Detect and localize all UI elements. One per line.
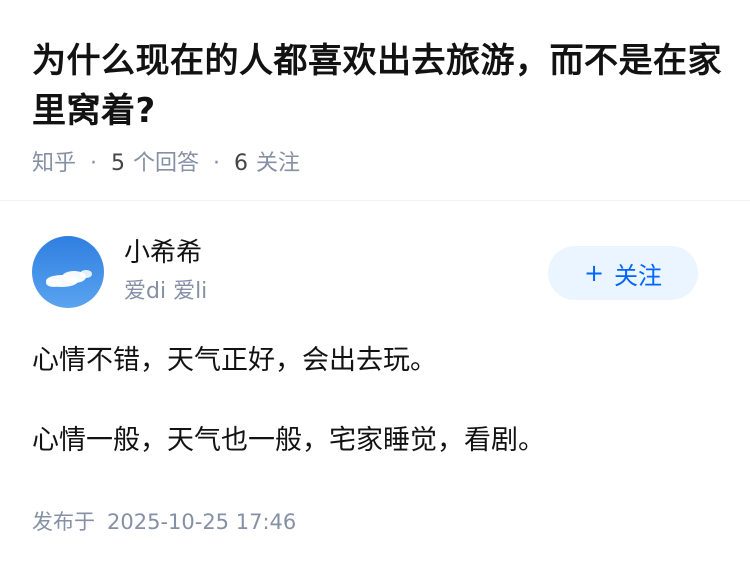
question-meta: 知乎 · 5 个回答 · 6 关注 (32, 150, 722, 178)
publish-label: 发布于 (32, 510, 95, 534)
answer-paragraph: 心情不错，天气正好，会出去玩。 (32, 345, 437, 376)
follow-button[interactable]: + 关注 (548, 246, 698, 300)
author-name[interactable]: 小希希 (124, 236, 202, 270)
answer-content: 心情不错，天气正好，会出去玩。 心情一般，天气也一般，宅家睡觉，看剧。 (32, 340, 722, 462)
answer-page: 为什么现在的人都喜欢出去旅游，而不是在家里窝着? 知乎 · 5 个回答 · 6 … (0, 0, 750, 574)
followers-count: 6 (234, 151, 249, 176)
meta-separator-2: · (213, 151, 221, 176)
followers-label: 关注 (256, 151, 301, 176)
publish-date: 2025-10-25 17:46 (107, 510, 297, 534)
answers-count: 5 (111, 151, 126, 176)
meta-separator: · (90, 151, 98, 176)
follow-label: 关注 (614, 261, 663, 290)
source-label[interactable]: 知乎 (32, 150, 76, 178)
plus-icon: + (583, 259, 605, 287)
sky-cloud-avatar-icon (32, 236, 104, 308)
question-title[interactable]: 为什么现在的人都喜欢出去旅游，而不是在家里窝着? (32, 36, 722, 136)
answer-paragraph: 心情一般，天气也一般，宅家睡觉，看剧。 (32, 425, 545, 456)
author-bio: 爱di 爱li (124, 279, 208, 304)
publish-time: 发布于 2025-10-25 17:46 (32, 508, 296, 536)
avatar[interactable] (32, 236, 104, 308)
author-info: 小希希 爱di 爱li + 关注 (32, 236, 698, 308)
question-header: 为什么现在的人都喜欢出去旅游，而不是在家里窝着? 知乎 · 5 个回答 · 6 … (32, 36, 722, 178)
section-divider (0, 200, 750, 201)
answers-label[interactable]: 个回答 (133, 150, 199, 178)
